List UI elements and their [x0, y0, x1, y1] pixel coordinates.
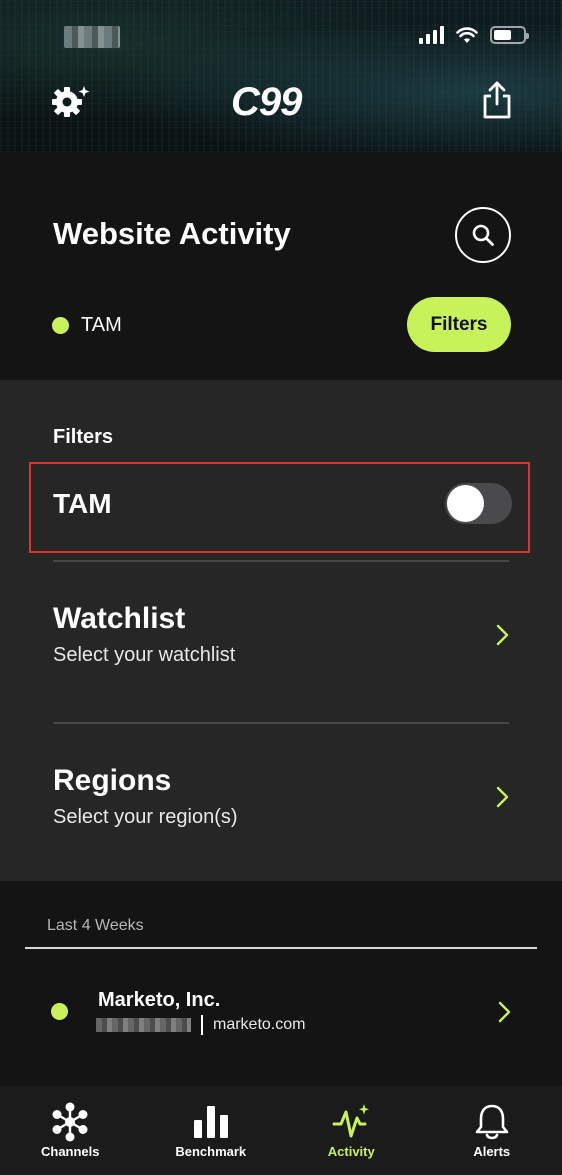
tam-toggle[interactable]: [445, 483, 512, 524]
bar-chart-icon: [193, 1106, 228, 1138]
status-dot: [51, 1003, 68, 1020]
status-time-redacted: [64, 26, 120, 48]
tab-activity[interactable]: Activity: [281, 1086, 422, 1175]
header-banner: C99: [0, 0, 562, 152]
channels-icon: [52, 1102, 88, 1142]
tam-filter-row: TAM: [29, 462, 530, 553]
filters-heading: Filters: [53, 426, 114, 448]
status-icons: [419, 26, 529, 44]
chevron-right-icon: [496, 786, 509, 808]
company-meta: marketo.com: [96, 1015, 305, 1035]
redacted-text: [96, 1018, 191, 1032]
watchlist-row[interactable]: Watchlist Select your watchlist: [53, 602, 509, 702]
tab-label: Benchmark: [175, 1144, 247, 1159]
watchlist-title: Watchlist: [53, 602, 186, 635]
tab-alerts[interactable]: Alerts: [422, 1086, 562, 1175]
share-icon[interactable]: [480, 80, 514, 120]
search-icon: [472, 224, 494, 246]
app-logo: C99: [231, 80, 302, 124]
company-domain: marketo.com: [213, 1016, 306, 1033]
divider: [53, 560, 509, 562]
regions-title: Regions: [53, 764, 172, 797]
list-divider: [25, 947, 537, 949]
wifi-icon: [456, 26, 478, 43]
divider: [53, 722, 509, 724]
title-band: Website Activity TAM Filters: [0, 152, 562, 380]
tab-label: Alerts: [473, 1144, 511, 1159]
regions-row[interactable]: Regions Select your region(s): [53, 764, 509, 864]
watchlist-subtitle: Select your watchlist: [53, 644, 236, 666]
active-filter-label: TAM: [81, 314, 122, 336]
filters-button[interactable]: Filters: [407, 297, 511, 352]
regions-subtitle: Select your region(s): [53, 806, 238, 828]
tab-bar: Channels Benchmark Activity Alerts: [0, 1086, 562, 1175]
status-dot: [52, 317, 69, 334]
cellular-signal-icon: [419, 26, 444, 44]
tab-benchmark[interactable]: Benchmark: [141, 1086, 282, 1175]
tab-label: Activity: [327, 1144, 375, 1159]
separator: [201, 1015, 203, 1035]
filters-panel: Filters TAM Watchlist Select your watchl…: [0, 380, 562, 881]
battery-icon: [490, 26, 529, 44]
settings-gear-icon[interactable]: [48, 82, 90, 120]
tam-filter-label: TAM: [53, 488, 112, 519]
tab-label: Channels: [40, 1144, 100, 1159]
activity-pulse-icon: [332, 1104, 370, 1138]
toggle-knob: [447, 485, 484, 522]
activity-list: Last 4 Weeks Marketo, Inc. marketo.com: [0, 881, 562, 1086]
tab-channels[interactable]: Channels: [0, 1086, 141, 1175]
active-filter-tag: TAM: [52, 314, 122, 337]
chevron-right-icon: [498, 1001, 511, 1023]
chevron-right-icon: [496, 624, 509, 646]
page-title: Website Activity: [53, 216, 291, 251]
period-label: Last 4 Weeks: [47, 917, 144, 934]
company-name: Marketo, Inc.: [98, 989, 221, 1011]
list-item[interactable]: Marketo, Inc. marketo.com: [0, 981, 562, 1051]
search-button[interactable]: [455, 207, 511, 263]
bell-icon: [475, 1104, 509, 1140]
